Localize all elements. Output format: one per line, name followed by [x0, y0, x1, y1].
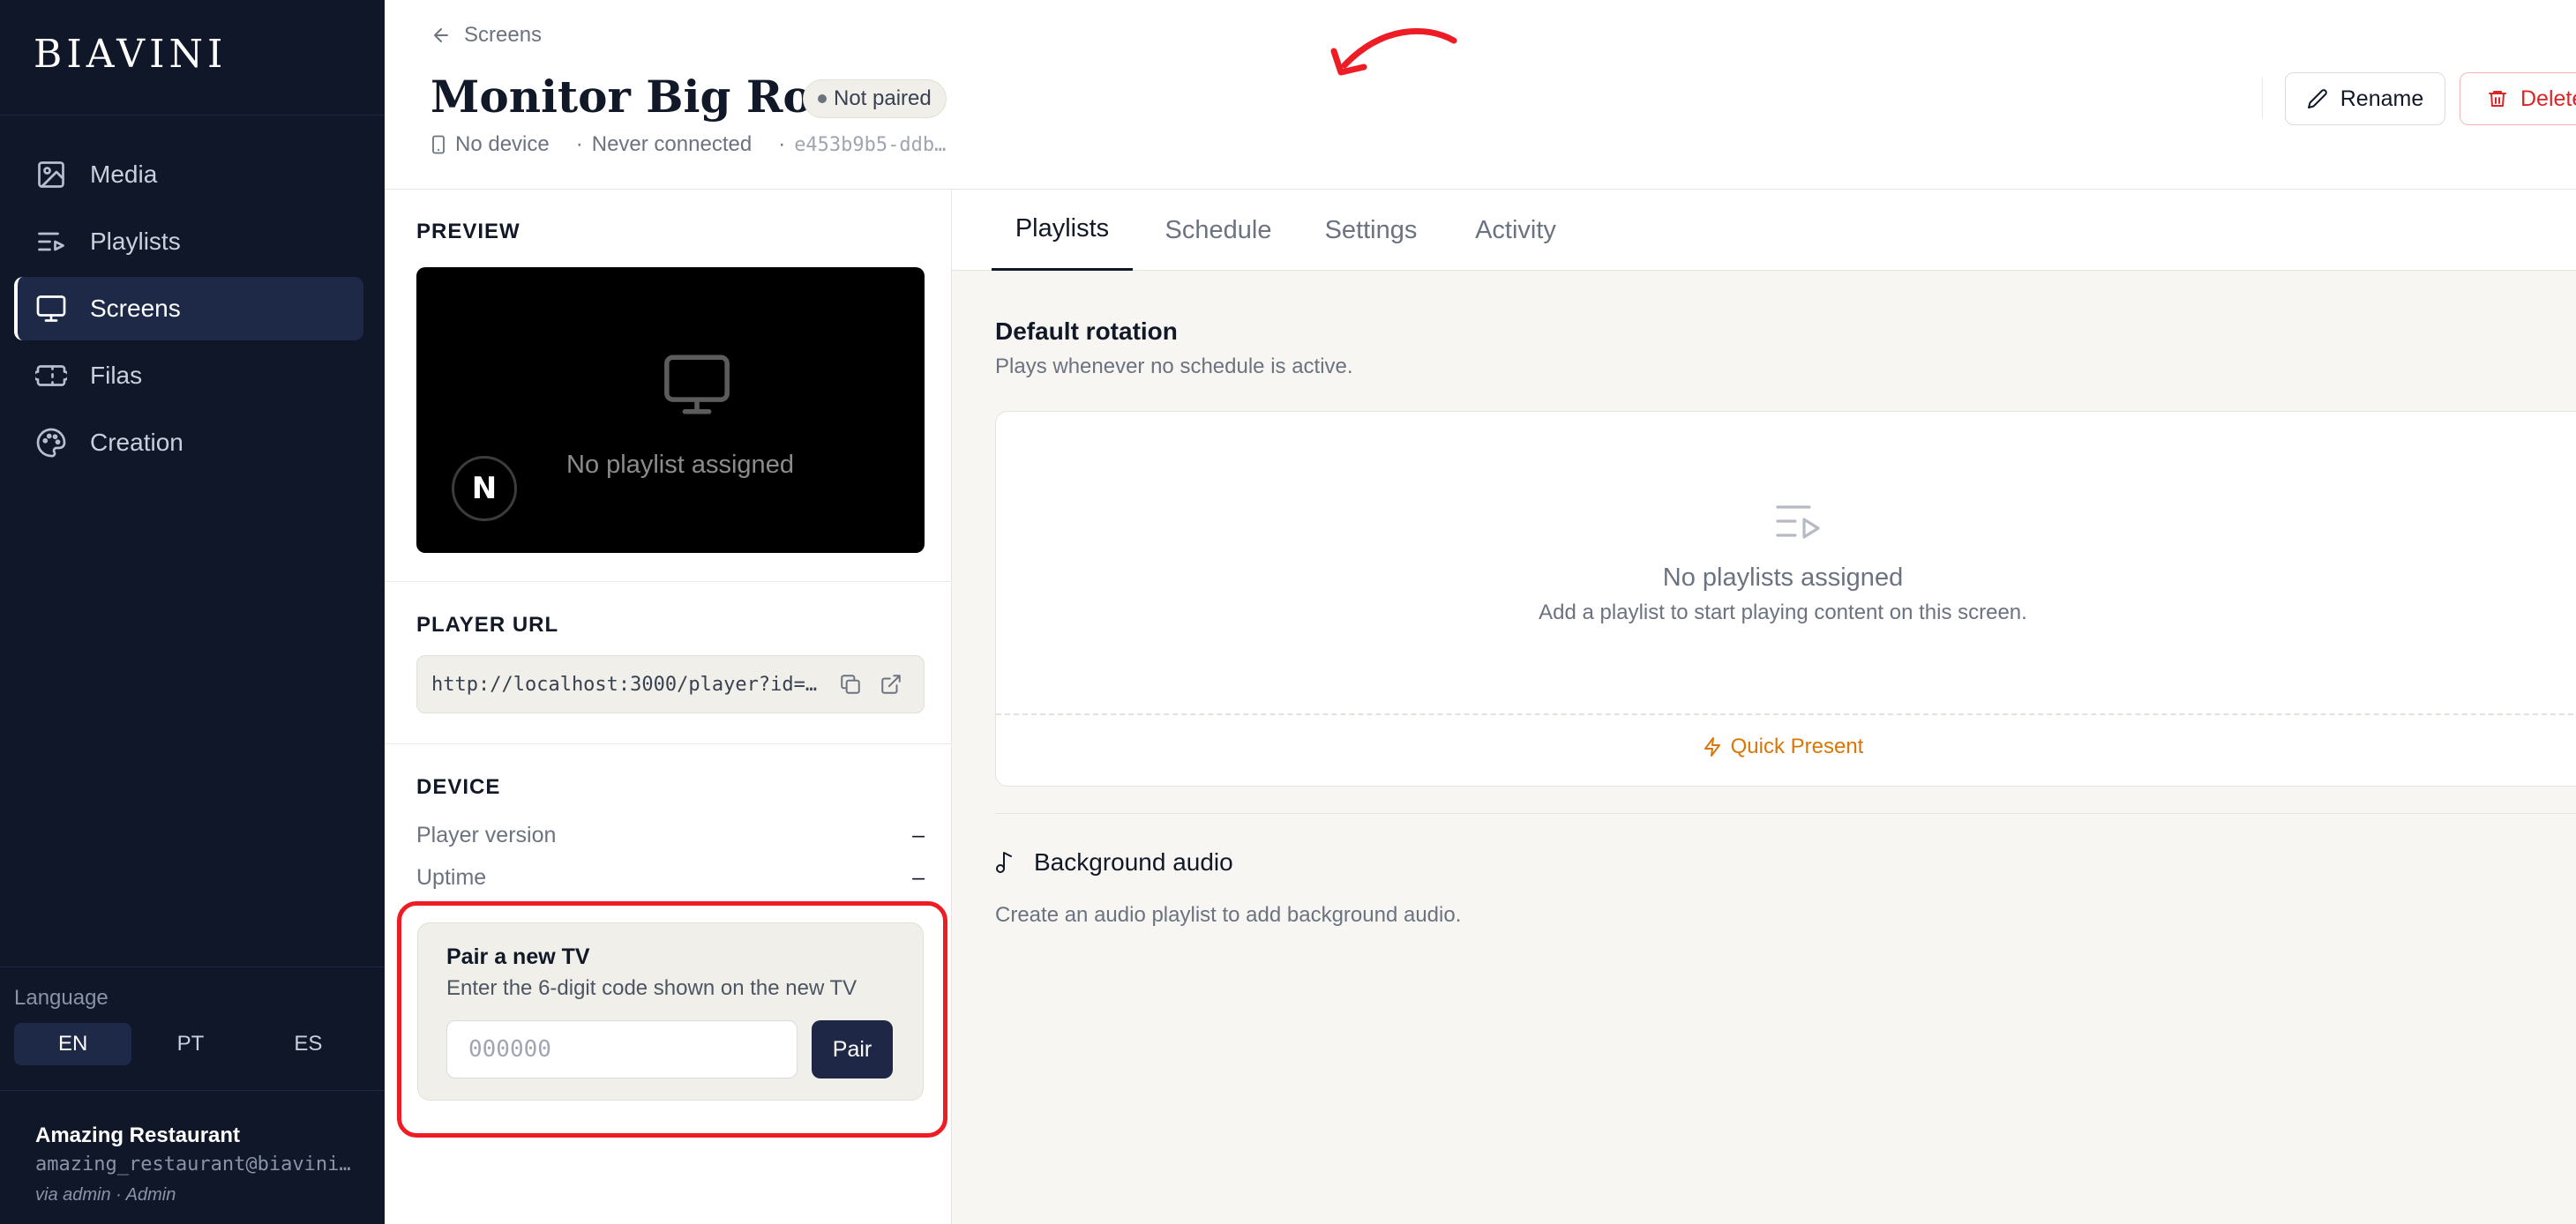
preview-title: PREVIEW — [416, 220, 520, 243]
section-divider — [995, 813, 2576, 814]
section-divider — [385, 581, 952, 582]
quick-present-button[interactable]: Quick Present — [996, 735, 2570, 759]
header-divider — [2262, 78, 2263, 118]
playlist-icon — [1776, 502, 1823, 542]
sidebar-divider — [0, 1090, 385, 1091]
status-dot-icon — [818, 94, 827, 103]
tab-schedule[interactable]: Schedule — [1148, 190, 1289, 271]
empty-state-title: No playlists assigned — [1662, 563, 1904, 592]
sidebar: BIAVINI Media Playlists Screens Filas Cr… — [0, 0, 385, 1224]
device-row-value: – — [912, 823, 925, 847]
monitor-icon — [35, 293, 67, 325]
nextjs-badge-icon[interactable]: N — [452, 456, 517, 521]
image-icon — [35, 159, 67, 190]
arrow-left-icon — [431, 25, 452, 46]
meta-separator: · — [778, 132, 786, 156]
section-divider — [385, 743, 952, 744]
user-name: Amazing Restaurant — [35, 1123, 241, 1147]
user-email: amazing_restaurant@biavini.com — [35, 1153, 353, 1175]
quick-present-label: Quick Present — [1730, 735, 1864, 758]
language-option-en[interactable]: EN — [14, 1023, 132, 1065]
sidebar-item-label: Creation — [90, 429, 183, 456]
language-option-es[interactable]: ES — [250, 1023, 367, 1065]
default-rotation-subtitle: Plays whenever no schedule is active. — [995, 355, 1353, 378]
page-header: Screens Monitor Big Room Not paired No d… — [385, 0, 2576, 190]
playlist-icon — [35, 226, 67, 257]
ticket-icon — [35, 360, 67, 392]
monitor-icon — [656, 348, 738, 421]
sidebar-item-label: Screens — [90, 295, 181, 322]
annotation-arrow-icon — [1330, 27, 1457, 76]
default-rotation-title: Default rotation — [995, 317, 1178, 345]
copy-icon[interactable] — [839, 673, 862, 696]
player-url-value[interactable]: http://localhost:3000/player?id=e453b9b5… — [431, 674, 820, 696]
screen-id[interactable]: e453b9b5-ddb… — [794, 134, 946, 156]
device-title: DEVICE — [416, 775, 501, 799]
delete-button[interactable]: Delete — [2460, 72, 2576, 125]
player-url-title: PLAYER URL — [416, 613, 559, 637]
sidebar-item-label: Media — [90, 160, 158, 188]
breadcrumb-label: Screens — [464, 23, 543, 47]
status-badge: Not paired — [803, 79, 947, 118]
card-divider — [996, 713, 2576, 715]
rename-label: Rename — [2340, 86, 2424, 111]
player-url-field: http://localhost:3000/player?id=e453b9b5… — [416, 655, 925, 713]
smartphone-icon — [431, 135, 446, 154]
sidebar-item-label: Filas — [90, 362, 143, 389]
sidebar-nav: Media Playlists Screens Filas Creation — [14, 143, 363, 478]
device-row-uptime: Uptime – — [416, 865, 925, 891]
sidebar-item-label: Playlists — [90, 228, 181, 255]
device-row-player-version: Player version – — [416, 823, 925, 848]
tab-settings[interactable]: Settings — [1305, 190, 1437, 271]
device-row-value: – — [912, 865, 925, 890]
device-row-label: Player version — [416, 823, 557, 847]
sidebar-item-playlists[interactable]: Playlists — [14, 210, 363, 273]
meta-separator: · — [575, 132, 583, 156]
external-link-icon[interactable] — [880, 673, 902, 696]
status-text: Not paired — [834, 86, 932, 110]
music-note-icon — [995, 850, 1015, 875]
sidebar-divider — [0, 115, 385, 116]
language-switcher: EN PT ES — [14, 1023, 367, 1065]
sidebar-item-screens[interactable]: Screens — [14, 277, 363, 340]
background-audio-title: Background audio — [995, 848, 1233, 877]
device-status: No device — [455, 132, 550, 156]
empty-state-subtitle: Add a playlist to start playing content … — [1539, 601, 2027, 624]
language-option-pt[interactable]: PT — [131, 1023, 249, 1065]
rename-button[interactable]: Rename — [2285, 72, 2445, 125]
sidebar-item-media[interactable]: Media — [14, 143, 363, 206]
screen-meta: No device · Never connected · e453b9b5-d… — [431, 132, 946, 157]
pencil-icon — [2307, 88, 2328, 109]
screen-tabs: Playlists Schedule Settings Activity — [952, 190, 2576, 271]
language-label: Language — [14, 986, 109, 1010]
trash-icon — [2487, 88, 2508, 109]
background-audio-subtitle: Create an audio playlist to add backgrou… — [995, 903, 1462, 927]
default-rotation-card: No playlists assigned Add a playlist to … — [995, 411, 2576, 787]
breadcrumb-back-link[interactable]: Screens — [431, 23, 542, 48]
connection-status: Never connected — [591, 132, 753, 156]
screen-preview: No playlist assigned N — [416, 267, 925, 553]
tab-activity[interactable]: Activity — [1451, 190, 1580, 271]
sidebar-item-creation[interactable]: Creation — [14, 411, 363, 474]
tab-playlists[interactable]: Playlists — [992, 190, 1133, 271]
palette-icon — [35, 427, 67, 459]
background-audio-label: Background audio — [1034, 848, 1233, 876]
app-logo[interactable]: BIAVINI — [34, 32, 227, 77]
user-role: via admin · Admin — [35, 1185, 176, 1205]
lightning-icon — [1703, 736, 1722, 758]
sidebar-item-filas[interactable]: Filas — [14, 344, 363, 407]
annotation-highlight-box — [397, 901, 947, 1138]
delete-label: Delete — [2520, 86, 2576, 111]
device-row-label: Uptime — [416, 865, 487, 890]
